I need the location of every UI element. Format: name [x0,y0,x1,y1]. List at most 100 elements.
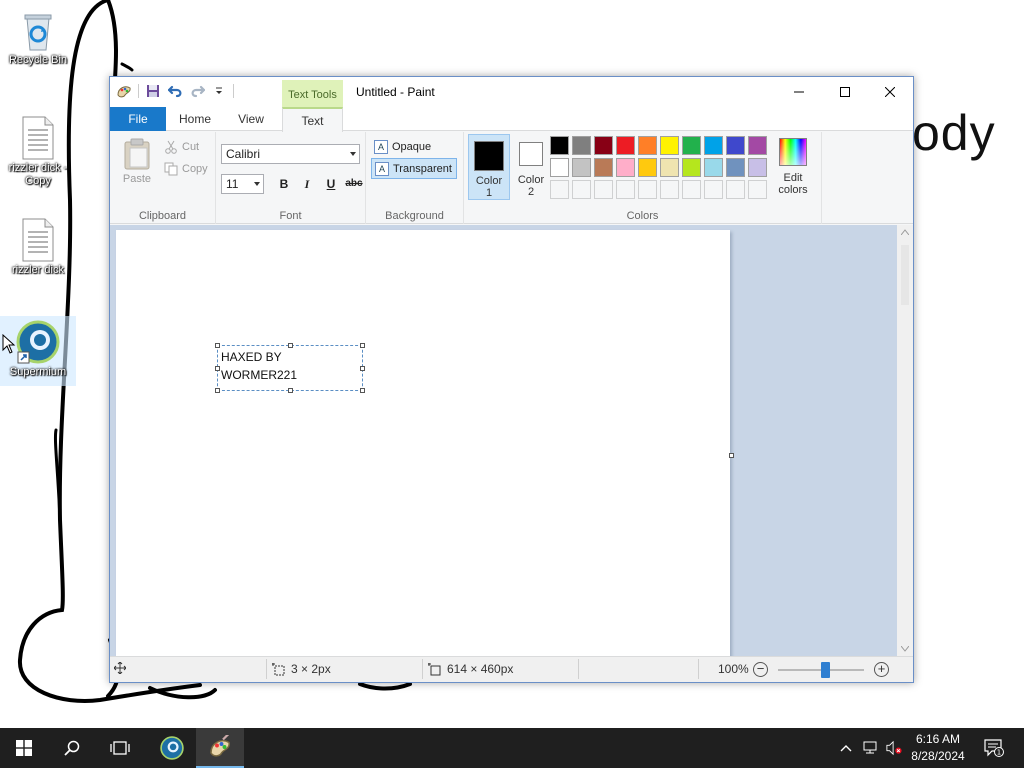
palette-swatch[interactable] [682,158,701,177]
custom-color-slot[interactable] [616,180,635,199]
transparent-button[interactable]: A Transparent [371,158,457,179]
palette-swatch[interactable] [616,158,635,177]
palette-swatch[interactable] [660,136,679,155]
color-1-button[interactable]: Color 1 [468,134,510,200]
image-size: 614 × 460px [428,662,513,676]
text-box-handle[interactable] [288,388,293,393]
scroll-down-icon[interactable] [901,646,909,652]
palette-swatch[interactable] [550,136,569,155]
text-tools-context-group: Text Tools [282,80,343,108]
zoom-in-button[interactable]: + [874,662,889,677]
canvas-resize-handle[interactable] [729,453,734,458]
cut-button[interactable]: Cut [164,140,199,154]
font-size-dropdown[interactable]: 11 [221,174,264,194]
copy-icon [164,162,178,176]
system-clock[interactable]: 6:16 AM 8/28/2024 [902,731,974,765]
palette-swatch[interactable] [572,158,591,177]
status-bar: 3 × 2px 614 × 460px 100% − + [110,656,913,682]
color-2-button[interactable]: Color 2 [510,134,552,200]
strikethrough-button[interactable]: abc [343,174,365,194]
zoom-level: 100% [718,662,749,676]
palette-swatch[interactable] [748,136,767,155]
action-center-button[interactable]: 1 [984,739,1004,757]
text-box-handle[interactable] [215,388,220,393]
tab-file[interactable]: File [110,107,166,131]
tab-home[interactable]: Home [172,107,218,131]
text-box-handle[interactable] [360,366,365,371]
copy-button[interactable]: Copy [164,162,208,176]
custom-color-slot[interactable] [638,180,657,199]
custom-color-slot[interactable] [660,180,679,199]
volume-muted-icon[interactable] [886,740,902,756]
font-size-value: 11 [226,177,239,191]
custom-color-slot[interactable] [726,180,745,199]
start-button[interactable] [0,728,48,768]
transparent-icon: A [375,161,389,176]
customize-qat-icon[interactable] [211,83,227,99]
underline-button[interactable]: U [321,174,341,194]
palette-swatch[interactable] [726,136,745,155]
minimize-button[interactable] [776,77,822,107]
custom-color-slot[interactable] [748,180,767,199]
custom-color-slot[interactable] [704,180,723,199]
text-box-handle[interactable] [215,366,220,371]
maximize-button[interactable] [822,77,868,107]
palette-swatch[interactable] [704,158,723,177]
drawing-canvas[interactable]: HAXED BY WORMER221 [116,230,730,656]
tab-text[interactable]: Text [282,107,343,132]
canvas-workspace[interactable]: HAXED BY WORMER221 [110,225,897,656]
undo-icon[interactable] [167,83,183,99]
taskbar-supermium[interactable] [148,728,196,768]
bold-button[interactable]: B [274,174,294,194]
zoom-slider-thumb[interactable] [821,662,831,678]
title-bar[interactable]: Text Tools Untitled - Paint [110,77,913,108]
text-file-icon [22,218,54,262]
opaque-button[interactable]: A Opaque [371,136,457,157]
palette-swatch[interactable] [726,158,745,177]
network-icon[interactable] [862,740,878,756]
palette-swatch[interactable] [638,136,657,155]
custom-color-slot[interactable] [594,180,613,199]
zoom-out-button[interactable]: − [753,662,768,677]
text-box[interactable]: HAXED BY WORMER221 [215,343,365,393]
palette-swatch[interactable] [660,158,679,177]
desktop-icon-label: Supermium [9,366,67,378]
italic-button[interactable]: I [297,174,317,194]
paint-app-icon[interactable] [116,83,132,99]
palette-swatch[interactable] [682,136,701,155]
clipboard-group-label: Clipboard [138,210,187,222]
custom-color-slot[interactable] [550,180,569,199]
text-box-handle[interactable] [288,343,293,348]
scrollbar-thumb[interactable] [901,245,909,305]
save-icon[interactable] [145,83,161,99]
palette-swatch[interactable] [572,136,591,155]
show-hidden-icons-chevron-icon[interactable] [838,740,854,756]
close-button[interactable] [867,77,913,107]
palette-swatch[interactable] [704,136,723,155]
desktop-icon-rizzler-dick-copy[interactable]: rizzler dick - Copy [0,112,76,188]
edit-colors-button[interactable]: Edit colors [771,134,815,196]
palette-swatch[interactable] [594,136,613,155]
custom-color-slot[interactable] [682,180,701,199]
palette-swatch[interactable] [616,136,635,155]
desktop-icon-recycle-bin[interactable]: Recycle Bin [0,6,76,67]
palette-swatch[interactable] [550,158,569,177]
search-icon [64,740,80,756]
taskbar-paint[interactable] [196,728,244,768]
desktop-icon-rizzler-dick[interactable]: rizzler dick [0,214,76,277]
paste-button[interactable]: Paste [120,138,154,185]
text-box-handle[interactable] [215,343,220,348]
font-family-dropdown[interactable]: Calibri [221,144,360,164]
palette-swatch[interactable] [594,158,613,177]
scroll-up-icon[interactable] [901,229,909,235]
palette-swatch[interactable] [638,158,657,177]
palette-swatch[interactable] [748,158,767,177]
tab-view[interactable]: View [228,107,274,131]
search-button[interactable] [48,728,96,768]
text-box-handle[interactable] [360,388,365,393]
text-box-handle[interactable] [360,343,365,348]
custom-color-slot[interactable] [572,180,591,199]
redo-icon[interactable] [189,83,205,99]
task-view-button[interactable] [96,728,144,768]
vertical-scrollbar[interactable] [897,225,913,656]
